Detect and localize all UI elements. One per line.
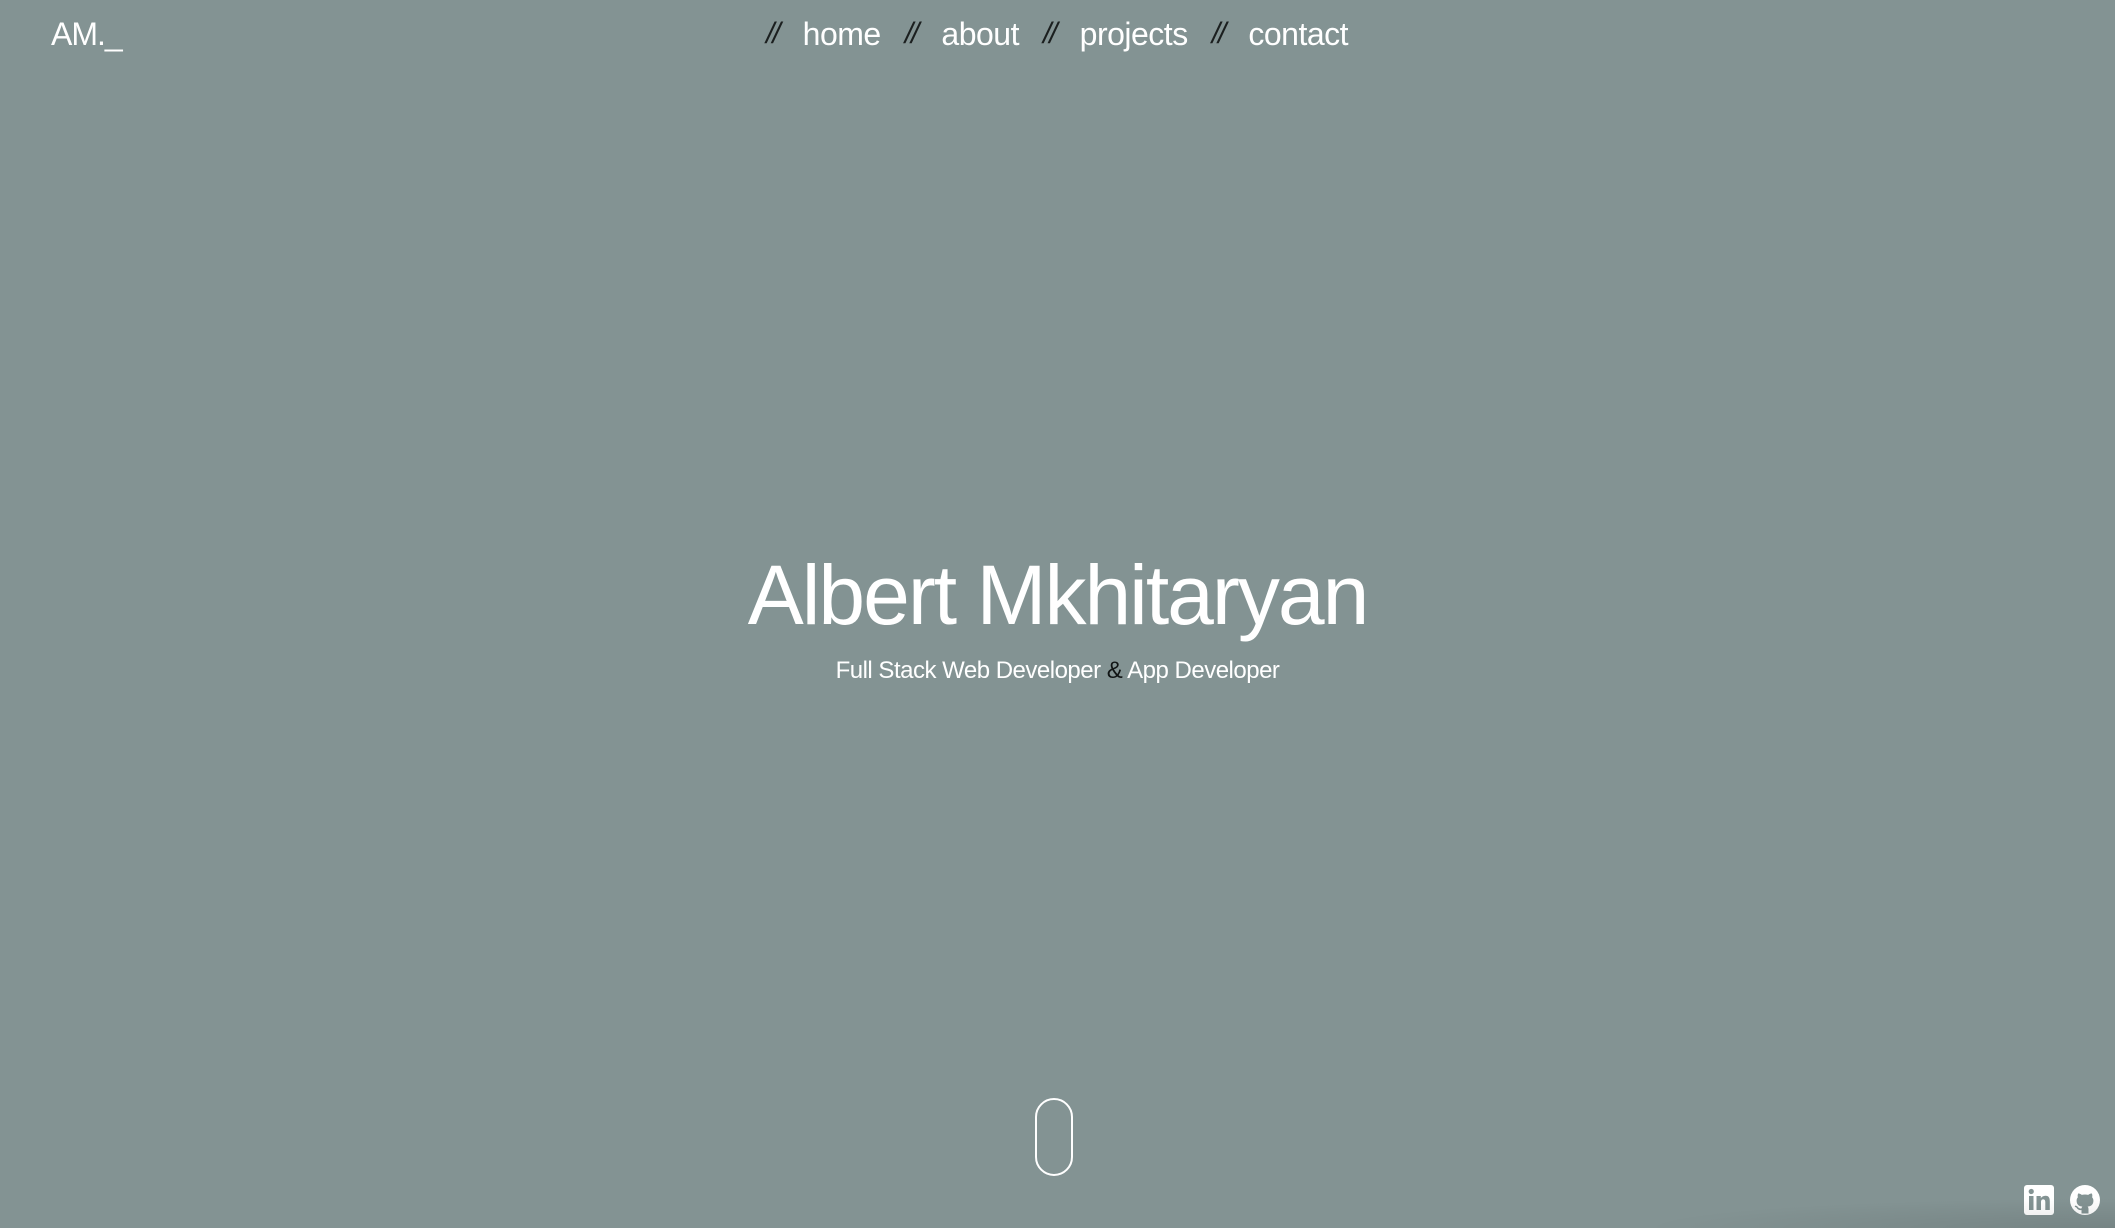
nav-separator: //	[766, 17, 781, 50]
scroll-down-indicator[interactable]	[1035, 1098, 1073, 1176]
linkedin-icon[interactable]	[2023, 1184, 2055, 1216]
nav-separator: //	[904, 17, 920, 50]
nav-separator: //	[1042, 17, 1058, 50]
nav-link-contact[interactable]: contact	[1248, 16, 1348, 53]
hero-subtitle-ampersand: &	[1106, 657, 1123, 684]
hero-name: Albert Mkhitaryan	[747, 548, 1370, 642]
nav-link-about[interactable]: about	[941, 16, 1019, 53]
nav-separator: //	[1211, 17, 1227, 50]
hero-subtitle-role-web: Full Stack Web Developer	[835, 657, 1102, 684]
site-logo[interactable]: AM._	[51, 10, 123, 58]
hero-subtitle-role-app: App Developer	[1127, 657, 1280, 684]
nav-link-projects[interactable]: projects	[1080, 16, 1189, 53]
hero-section: Albert Mkhitaryan Full Stack Web Develop…	[0, 545, 2115, 685]
hero-subtitle: Full Stack Web Developer & App Developer	[0, 657, 2115, 685]
page: AM._ // home // about // projects // con…	[0, 0, 2115, 1228]
social-links	[2023, 1184, 2101, 1216]
github-icon[interactable]	[2069, 1184, 2101, 1216]
main-nav: // home // about // projects // contact	[766, 10, 1372, 58]
nav-link-home[interactable]: home	[803, 16, 882, 53]
